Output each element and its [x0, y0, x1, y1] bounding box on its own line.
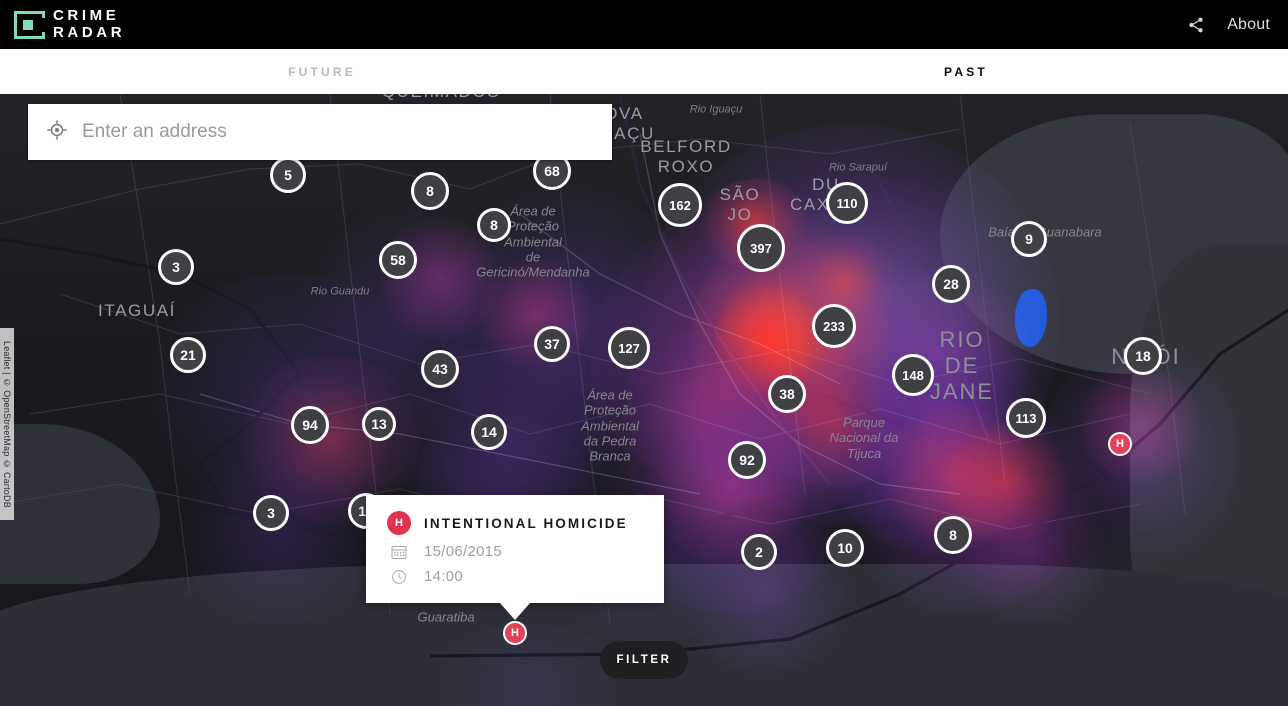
incident-marker-label: H — [1116, 438, 1124, 450]
popup-date: 15/06/2015 — [424, 543, 503, 560]
marker-selected[interactable]: H — [503, 621, 527, 645]
cluster-count: 14 — [481, 424, 497, 440]
cluster-count: 8 — [490, 217, 498, 233]
brand-logo[interactable]: CRIME RADAR — [14, 6, 126, 42]
homicide-badge-icon: H — [387, 511, 411, 535]
crosshair-locate-icon — [46, 119, 68, 146]
cluster-count: 397 — [750, 240, 772, 256]
cluster-count: 18 — [1135, 348, 1151, 364]
cluster-marker[interactable]: 37 — [534, 326, 570, 362]
cluster-count: 37 — [544, 336, 560, 352]
cluster-count: 68 — [544, 163, 560, 179]
cluster-marker[interactable]: 18 — [1124, 337, 1162, 375]
calendar-icon — [391, 544, 407, 560]
search-input[interactable] — [82, 121, 612, 143]
cluster-marker[interactable]: 8 — [411, 172, 449, 210]
map-canvas[interactable]: QUEIMADOSNOVA IGUAÇUBELFORD ROXOSÃO JODU… — [0, 94, 1288, 706]
cluster-marker[interactable]: 162 — [658, 183, 702, 227]
cluster-marker[interactable]: 397 — [737, 224, 785, 272]
cluster-marker[interactable]: 110 — [826, 182, 868, 224]
brand-line-2: RADAR — [53, 23, 126, 41]
tab-future[interactable]: FUTURE — [0, 49, 644, 94]
cluster-marker[interactable]: 9 — [1011, 221, 1047, 257]
cluster-count: 162 — [669, 197, 691, 213]
cluster-marker[interactable]: 38 — [768, 375, 806, 413]
incident-marker-label: H — [511, 627, 519, 639]
cluster-count: 113 — [1015, 410, 1037, 426]
map-attribution[interactable]: Leaflet | © OpenStreetMap © CartoDB — [0, 328, 14, 520]
cluster-marker[interactable]: 3 — [253, 495, 289, 531]
popup-date-row: 15/06/2015 — [366, 543, 664, 560]
cluster-marker[interactable]: 21 — [170, 337, 206, 373]
cluster-count: 110 — [836, 195, 858, 211]
cluster-marker[interactable]: 10 — [826, 529, 864, 567]
marker-right[interactable]: H — [1108, 432, 1132, 456]
cluster-marker[interactable]: 8 — [934, 516, 972, 554]
cluster-marker[interactable]: 14 — [471, 414, 507, 450]
cluster-marker[interactable]: 233 — [812, 304, 856, 348]
cluster-count: 28 — [943, 276, 959, 292]
cluster-count: 9 — [1025, 231, 1033, 247]
time-direction-tabs: FUTURE PAST — [0, 49, 1288, 94]
cluster-count: 43 — [432, 361, 448, 377]
crime-radar-app: QUEIMADOSNOVA IGUAÇUBELFORD ROXOSÃO JODU… — [0, 0, 1288, 706]
cluster-count: 148 — [902, 367, 924, 383]
brand-line-1: CRIME — [53, 6, 120, 24]
incident-popup: H INTENTIONAL HOMICIDE 15/06/2015 14:00 — [366, 495, 664, 620]
about-link[interactable]: About — [1227, 16, 1270, 34]
top-header-bar: CRIME RADAR About — [0, 0, 1288, 49]
cluster-count: 13 — [371, 416, 387, 432]
popup-time-row: 14:00 — [366, 568, 664, 585]
cluster-count: 8 — [426, 183, 434, 199]
cluster-count: 233 — [823, 318, 845, 334]
cluster-count: 3 — [172, 259, 180, 275]
cluster-count: 38 — [779, 386, 795, 402]
crime-radar-logo-icon — [14, 10, 45, 39]
cluster-count: 92 — [739, 452, 755, 468]
cluster-count: 127 — [618, 340, 640, 356]
share-icon[interactable] — [1187, 16, 1205, 34]
cluster-marker[interactable]: 148 — [892, 354, 934, 396]
tab-past[interactable]: PAST — [644, 49, 1288, 94]
cluster-count: 21 — [180, 347, 196, 363]
cluster-marker[interactable]: 8 — [477, 208, 511, 242]
cluster-marker[interactable]: 2 — [741, 534, 777, 570]
cluster-count: 58 — [390, 252, 406, 268]
popup-title-row: H INTENTIONAL HOMICIDE — [366, 511, 664, 535]
cluster-marker[interactable]: 43 — [421, 350, 459, 388]
cluster-marker[interactable]: 92 — [728, 441, 766, 479]
cluster-marker[interactable]: 113 — [1006, 398, 1046, 438]
cluster-count: 10 — [837, 540, 853, 556]
header-actions: About — [1187, 16, 1270, 34]
cluster-count: 3 — [267, 505, 275, 521]
address-search-box[interactable] — [28, 104, 612, 160]
brand-wordmark: CRIME RADAR — [53, 6, 126, 42]
cluster-count: 94 — [302, 417, 318, 433]
filter-button[interactable]: FILTER — [600, 641, 688, 679]
cluster-count: 8 — [949, 527, 957, 543]
map-heatmap-layer — [0, 94, 1288, 706]
cluster-count: 5 — [284, 167, 292, 183]
clock-icon — [391, 569, 407, 585]
popup-title: INTENTIONAL HOMICIDE — [424, 515, 628, 531]
cluster-marker[interactable]: 58 — [379, 241, 417, 279]
cluster-count: 2 — [755, 544, 763, 560]
cluster-marker[interactable]: 94 — [291, 406, 329, 444]
cluster-marker[interactable]: 28 — [932, 265, 970, 303]
popup-time: 14:00 — [424, 568, 464, 585]
cluster-marker[interactable]: 3 — [158, 249, 194, 285]
cluster-marker[interactable]: 127 — [608, 327, 650, 369]
cluster-marker[interactable]: 5 — [270, 157, 306, 193]
cluster-marker[interactable]: 13 — [362, 407, 396, 441]
